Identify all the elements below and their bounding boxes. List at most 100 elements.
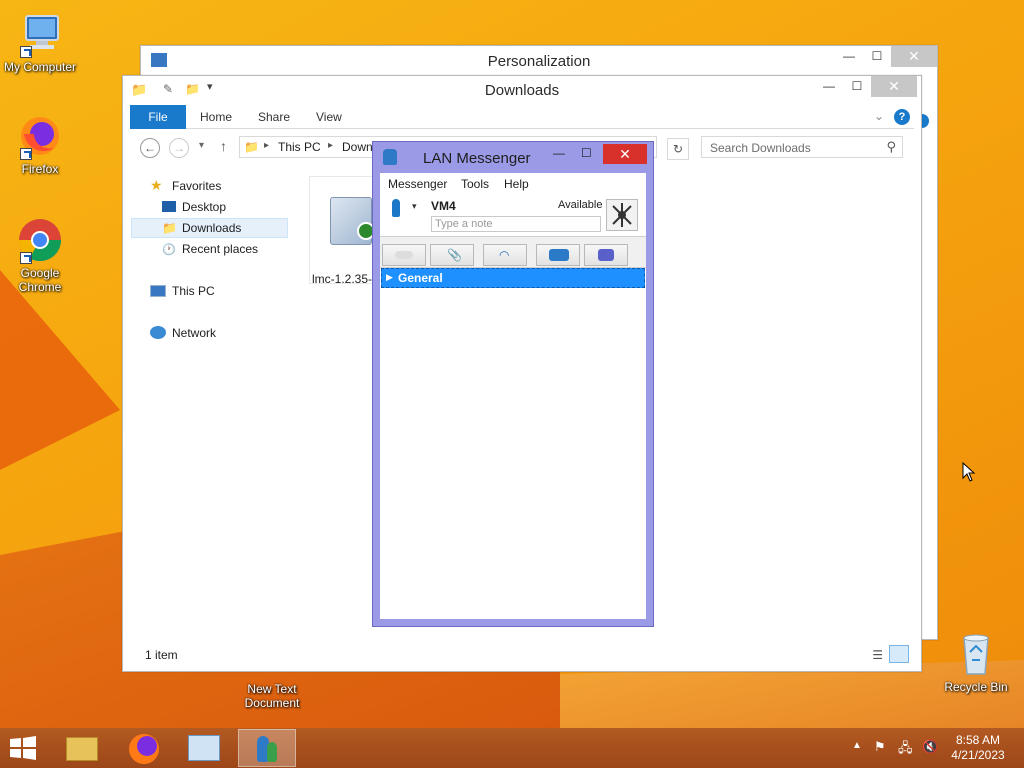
downloads-folder-icon: 📁 xyxy=(162,221,177,235)
window-title: LAN Messenger xyxy=(423,150,531,167)
back-button[interactable]: ← xyxy=(140,138,160,158)
send-file-button[interactable]: 📎 xyxy=(430,244,474,266)
status-person-icon[interactable] xyxy=(392,199,400,217)
details-view-icon[interactable]: ☰ xyxy=(872,648,883,662)
lan-header: Messenger Tools Help ▾ VM4 Available Typ… xyxy=(380,173,646,236)
chat-button[interactable] xyxy=(382,244,426,266)
network-status-icon[interactable]: 🖧 xyxy=(898,739,913,761)
installer-icon xyxy=(330,197,375,245)
minimize-button[interactable]: — xyxy=(553,146,565,160)
tab-share[interactable]: Share xyxy=(258,105,290,129)
clock[interactable]: 8:58 AM 4/21/2023 xyxy=(946,733,1010,763)
desktop-icon-label: New Text Document xyxy=(244,682,300,710)
maximize-button[interactable]: ☐ xyxy=(863,46,891,67)
desktop-icon-new-text-document[interactable]: New Text Document xyxy=(232,682,312,710)
desktop-icon-chrome[interactable]: Google Chrome xyxy=(0,216,80,294)
window-title: Downloads xyxy=(484,82,560,99)
volume-muted-icon[interactable]: 🔇 xyxy=(922,739,938,755)
favorites-star-icon: ★ xyxy=(150,177,163,193)
explorer-titlebar[interactable]: 📁 ✎ 📁 ▾ Downloads — ☐ ✕ xyxy=(123,76,921,104)
sidebar-item-network[interactable]: Network xyxy=(172,323,216,343)
maximize-button[interactable]: ☐ xyxy=(843,76,871,97)
search-input[interactable]: Search Downloads xyxy=(710,141,811,155)
taskbar-firefox[interactable] xyxy=(116,729,174,767)
note-input[interactable]: Type a note xyxy=(431,216,601,232)
desktop-icon-label: My Computer xyxy=(3,60,77,74)
search-box[interactable]: Search Downloads ⚲ xyxy=(701,136,903,158)
close-button[interactable]: ✕ xyxy=(871,76,917,97)
lan-messenger-app-icon xyxy=(383,149,397,165)
desktop-folder-icon xyxy=(162,201,176,212)
chevron-right-icon[interactable]: ▶ xyxy=(386,272,393,283)
network-icon xyxy=(150,326,166,339)
clock-time: 8:58 AM xyxy=(955,733,1001,747)
recent-locations-icon[interactable]: ▾ xyxy=(199,140,204,151)
start-button[interactable] xyxy=(8,736,38,760)
tab-file[interactable]: File xyxy=(130,105,186,129)
lan-toolbar: 📎 ◠ xyxy=(380,236,646,267)
desktop-icon-label: Recycle Bin xyxy=(944,680,1008,694)
broadcast-button[interactable]: ◠ xyxy=(483,244,527,266)
taskbar: ▲ ⚑ 🖧 🔇 8:58 AM 4/21/2023 xyxy=(0,728,1024,768)
recycle-bin-icon xyxy=(952,630,1000,678)
tab-home[interactable]: Home xyxy=(200,105,232,129)
ribbon-tab-bar: File Home Share View ⌄ ? xyxy=(130,105,914,129)
add-contact-button[interactable] xyxy=(536,244,580,266)
this-pc-icon xyxy=(150,285,166,297)
minimize-button[interactable]: — xyxy=(815,76,843,97)
taskbar-lan-messenger[interactable] xyxy=(238,729,296,767)
sidebar-item-favorites[interactable]: Favorites xyxy=(172,176,221,196)
taskbar-control-panel[interactable] xyxy=(176,729,234,767)
large-icons-view-icon[interactable] xyxy=(889,645,909,663)
desktop-icon-recycle-bin[interactable]: Recycle Bin xyxy=(936,630,1016,694)
personalization-titlebar[interactable]: Personalization — ☐ ✕ xyxy=(141,46,937,76)
minimize-button[interactable]: — xyxy=(835,46,863,67)
up-button[interactable]: ↑ xyxy=(220,138,227,154)
computer-icon xyxy=(16,10,64,58)
avatar[interactable] xyxy=(606,199,638,231)
chevron-right-icon: ▸ xyxy=(264,140,270,151)
search-icon: ⚲ xyxy=(886,139,896,154)
wallpaper-shape xyxy=(0,270,120,470)
folder-icon xyxy=(66,737,98,761)
folder-icon: 📁 xyxy=(244,140,259,154)
breadcrumb-downloads[interactable]: Down xyxy=(342,140,373,154)
chevron-down-icon[interactable]: ▾ xyxy=(412,201,417,212)
sidebar-item-this-pc[interactable]: This PC xyxy=(172,281,215,301)
expand-ribbon-icon[interactable]: ⌄ xyxy=(874,109,884,123)
maximize-button[interactable]: ☐ xyxy=(581,146,592,160)
status-item-count: 1 item xyxy=(145,648,178,662)
tab-view[interactable]: View xyxy=(316,105,342,129)
chevron-right-icon: ▸ xyxy=(328,140,334,151)
sidebar-item-desktop[interactable]: Desktop xyxy=(182,197,226,217)
refresh-button[interactable]: ↻ xyxy=(667,138,689,160)
contact-list: ▶ General xyxy=(380,267,646,619)
sidebar-item-downloads[interactable]: Downloads xyxy=(182,218,241,238)
breadcrumb-this-pc[interactable]: This PC xyxy=(278,140,321,154)
clock-date: 4/21/2023 xyxy=(951,748,1005,762)
sidebar-item-recent-places[interactable]: Recent places xyxy=(182,239,258,259)
forward-button[interactable]: → xyxy=(169,138,189,158)
menu-messenger[interactable]: Messenger xyxy=(388,177,447,191)
desktop-icon-firefox[interactable]: Firefox xyxy=(0,112,80,176)
chrome-icon xyxy=(16,216,64,264)
control-panel-icon xyxy=(188,735,220,761)
action-center-flag-icon[interactable]: ⚑ xyxy=(874,739,886,755)
lan-messenger-window[interactable]: LAN Messenger — ☐ ✕ Messenger Tools Help… xyxy=(372,141,654,627)
file-name: lmc-1.2.35- xyxy=(312,272,373,286)
show-hidden-icons-icon[interactable]: ▲ xyxy=(852,740,862,751)
taskbar-file-explorer[interactable] xyxy=(54,729,112,767)
settings-button[interactable] xyxy=(584,244,628,266)
user-name: VM4 xyxy=(431,199,456,213)
group-row-general[interactable]: ▶ General xyxy=(381,268,645,288)
firefox-icon xyxy=(129,734,159,764)
close-button[interactable]: ✕ xyxy=(891,46,937,67)
window-title: Personalization xyxy=(487,53,591,70)
desktop-icon-my-computer[interactable]: My Computer xyxy=(0,10,80,74)
group-label: General xyxy=(398,271,443,285)
menu-help[interactable]: Help xyxy=(504,177,529,191)
firefox-icon xyxy=(16,112,64,160)
help-icon[interactable]: ? xyxy=(894,109,910,125)
menu-tools[interactable]: Tools xyxy=(461,177,489,191)
close-button[interactable]: ✕ xyxy=(603,144,647,164)
